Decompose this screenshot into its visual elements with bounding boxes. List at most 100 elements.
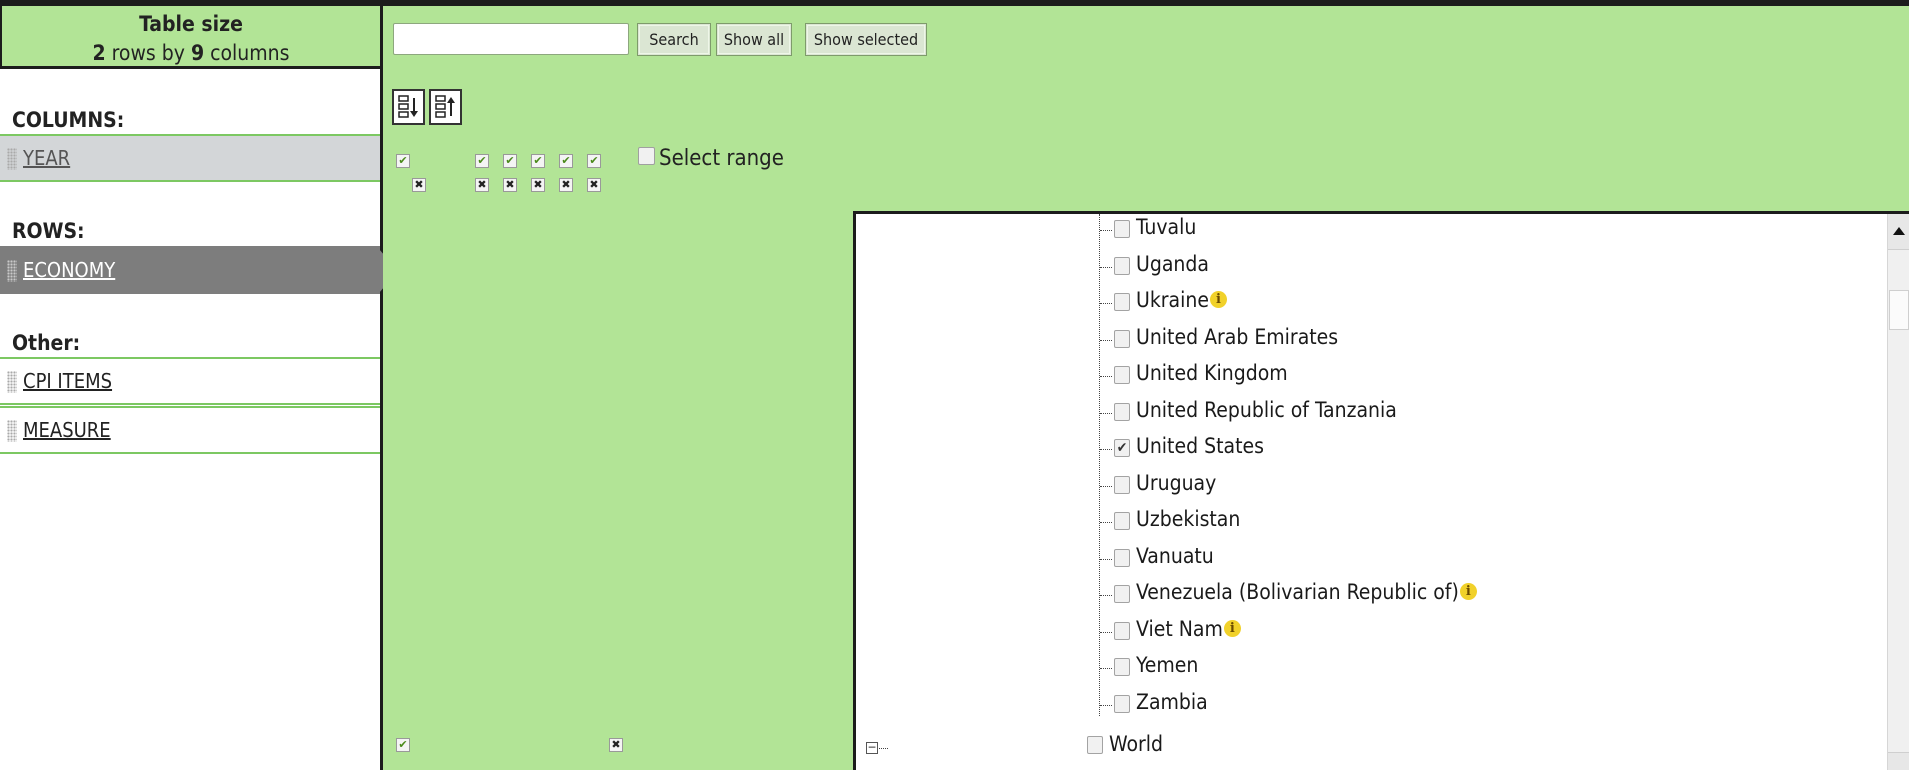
select-all-icon[interactable]: ✔ (396, 154, 410, 168)
tree-item[interactable]: United Arab Emirates (856, 324, 1856, 354)
tree-item[interactable]: Viet Nam i (856, 616, 1856, 646)
tree-item-checkbox[interactable] (1114, 658, 1130, 676)
tree-item[interactable]: Vanuatu (856, 543, 1856, 573)
tree-item-label: Yemen (1136, 653, 1198, 677)
tree-connector (1100, 412, 1112, 414)
dimension-measure[interactable]: MEASURE (0, 406, 380, 454)
tree-item-label: Uzbekistan (1136, 507, 1240, 531)
sort-descending-icon (434, 95, 455, 118)
tree-item-checkbox[interactable] (1114, 585, 1130, 603)
member-tree: Tuvalu Uganda Ukraine i United Arab Emirates… (853, 211, 1909, 770)
tree-item-checkbox[interactable]: ✔ (1114, 439, 1130, 457)
tree-item-checkbox[interactable] (1114, 293, 1130, 311)
table-size-box: Table size 2 rows by 9 columns (0, 6, 380, 69)
tree-item[interactable]: United Republic of Tanzania (856, 397, 1856, 427)
deselect-level-3-icon[interactable]: ✖ (531, 178, 545, 192)
select-level-2-icon[interactable]: ✔ (503, 154, 517, 168)
tree-item-checkbox[interactable] (1114, 548, 1130, 567)
dimension-year[interactable]: YEAR (0, 134, 380, 182)
select-level-5-icon[interactable]: ✔ (587, 154, 601, 168)
tree-item[interactable]: United Kingdom (856, 360, 1856, 390)
tree-item-text: Tuvalu (1136, 215, 1197, 239)
tree-item-label: Vanuatu (1136, 544, 1214, 568)
tree-item-checkbox[interactable] (1114, 475, 1130, 494)
tree-item-checkbox[interactable] (1114, 366, 1130, 384)
scroll-thumb[interactable] (1889, 290, 1909, 330)
tree-item[interactable]: Yemen (856, 652, 1856, 682)
tree-item-checkbox[interactable] (1114, 220, 1130, 238)
tree-item-label: United Kingdom (1136, 361, 1288, 385)
drag-handle-icon[interactable] (7, 371, 17, 393)
select-level-1-icon[interactable]: ✔ (475, 154, 489, 168)
drag-handle-icon[interactable] (7, 420, 17, 442)
tree-item-checkbox[interactable] (1114, 256, 1130, 275)
info-icon[interactable]: i (1209, 291, 1227, 308)
tree-item-checkbox[interactable] (1114, 512, 1130, 530)
member-selection-panel: Search Show all Show selected ✔ ✖ ✔ ✔ ✔ … (383, 6, 1909, 770)
tree-connector (1100, 449, 1112, 450)
tree-item-text: Zambia (1136, 689, 1208, 714)
info-icon[interactable]: i (1459, 583, 1477, 600)
tree-connector (1100, 376, 1112, 377)
tree-item-text: Uruguay (1136, 470, 1217, 495)
deselect-level-5-icon[interactable]: ✖ (587, 178, 601, 192)
sort-ascending-button[interactable] (392, 89, 425, 125)
dimension-label[interactable]: CPI ITEMS (23, 369, 112, 393)
show-all-button[interactable]: Show all (716, 23, 792, 56)
tree-item[interactable]: Uzbekistan (856, 506, 1856, 536)
search-button[interactable]: Search (637, 23, 711, 56)
tree-connector (1100, 230, 1112, 231)
tree-item[interactable]: Zambia (856, 689, 1856, 719)
columns-word: columns (210, 41, 290, 65)
collapse-icon[interactable]: − (866, 741, 878, 754)
tree-item[interactable]: ✔ United States (856, 433, 1856, 463)
drag-handle-icon[interactable] (7, 260, 17, 282)
deselect-all-icon[interactable]: ✖ (412, 178, 426, 192)
world-select-icon[interactable]: ✔ (396, 738, 410, 752)
tree-connector (1100, 595, 1112, 596)
tree-item[interactable]: Uruguay (856, 470, 1856, 500)
tree-connector (879, 748, 888, 749)
world-deselect-icon[interactable]: ✖ (609, 738, 623, 752)
drag-handle-icon[interactable] (7, 148, 17, 170)
show-selected-button[interactable]: Show selected (805, 23, 927, 56)
deselect-level-1-icon[interactable]: ✖ (475, 178, 489, 192)
tree-item[interactable]: Ukraine i (856, 287, 1856, 317)
deselect-level-4-icon[interactable]: ✖ (559, 178, 573, 192)
scroll-down-arrow-icon[interactable] (1888, 752, 1909, 770)
tree-item-label: Zambia (1136, 690, 1208, 714)
tree-item-checkbox[interactable] (1114, 402, 1130, 421)
sort-ascending-icon (397, 95, 418, 118)
vertical-scrollbar[interactable] (1887, 214, 1909, 770)
select-level-3-icon[interactable]: ✔ (531, 154, 545, 168)
table-size-title: Table size (139, 12, 243, 36)
tree-item[interactable]: Tuvalu (856, 214, 1856, 244)
tree-item[interactable]: Uganda (856, 251, 1856, 281)
rows-word: rows by (111, 41, 185, 65)
dimension-label[interactable]: ECONOMY (23, 258, 115, 282)
dimension-economy[interactable]: ECONOMY (0, 246, 380, 294)
tree-item-checkbox[interactable] (1114, 694, 1130, 713)
tree-item-checkbox[interactable] (1114, 621, 1130, 640)
tree-item-text: Yemen (1136, 653, 1199, 677)
tree-connector (1100, 704, 1112, 706)
tree-item-checkbox[interactable] (1114, 329, 1130, 348)
world-checkbox[interactable] (1087, 736, 1103, 754)
select-range-checkbox[interactable] (638, 147, 655, 165)
dimension-label[interactable]: YEAR (23, 146, 70, 170)
select-level-4-icon[interactable]: ✔ (559, 154, 573, 168)
tree-connector (1100, 266, 1112, 268)
tree-item-label: United Arab Emirates (1136, 325, 1338, 349)
dimension-cpi-items[interactable]: CPI ITEMS (0, 357, 380, 405)
search-input[interactable] (393, 23, 629, 55)
deselect-level-2-icon[interactable]: ✖ (503, 178, 517, 192)
world-label: World (1109, 732, 1164, 756)
dimension-label[interactable]: MEASURE (23, 418, 111, 442)
tree-item[interactable]: Venezuela (Bolivarian Republic of) i (856, 579, 1856, 609)
tree-item-text: Vanuatu (1136, 543, 1214, 568)
scroll-up-arrow-icon[interactable] (1888, 214, 1909, 250)
info-icon[interactable]: i (1223, 619, 1241, 637)
sort-descending-button[interactable] (429, 89, 462, 125)
tree-item-label: Ukraine i (1136, 288, 1227, 312)
tree-item-text: United Arab Emirates (1136, 324, 1339, 349)
